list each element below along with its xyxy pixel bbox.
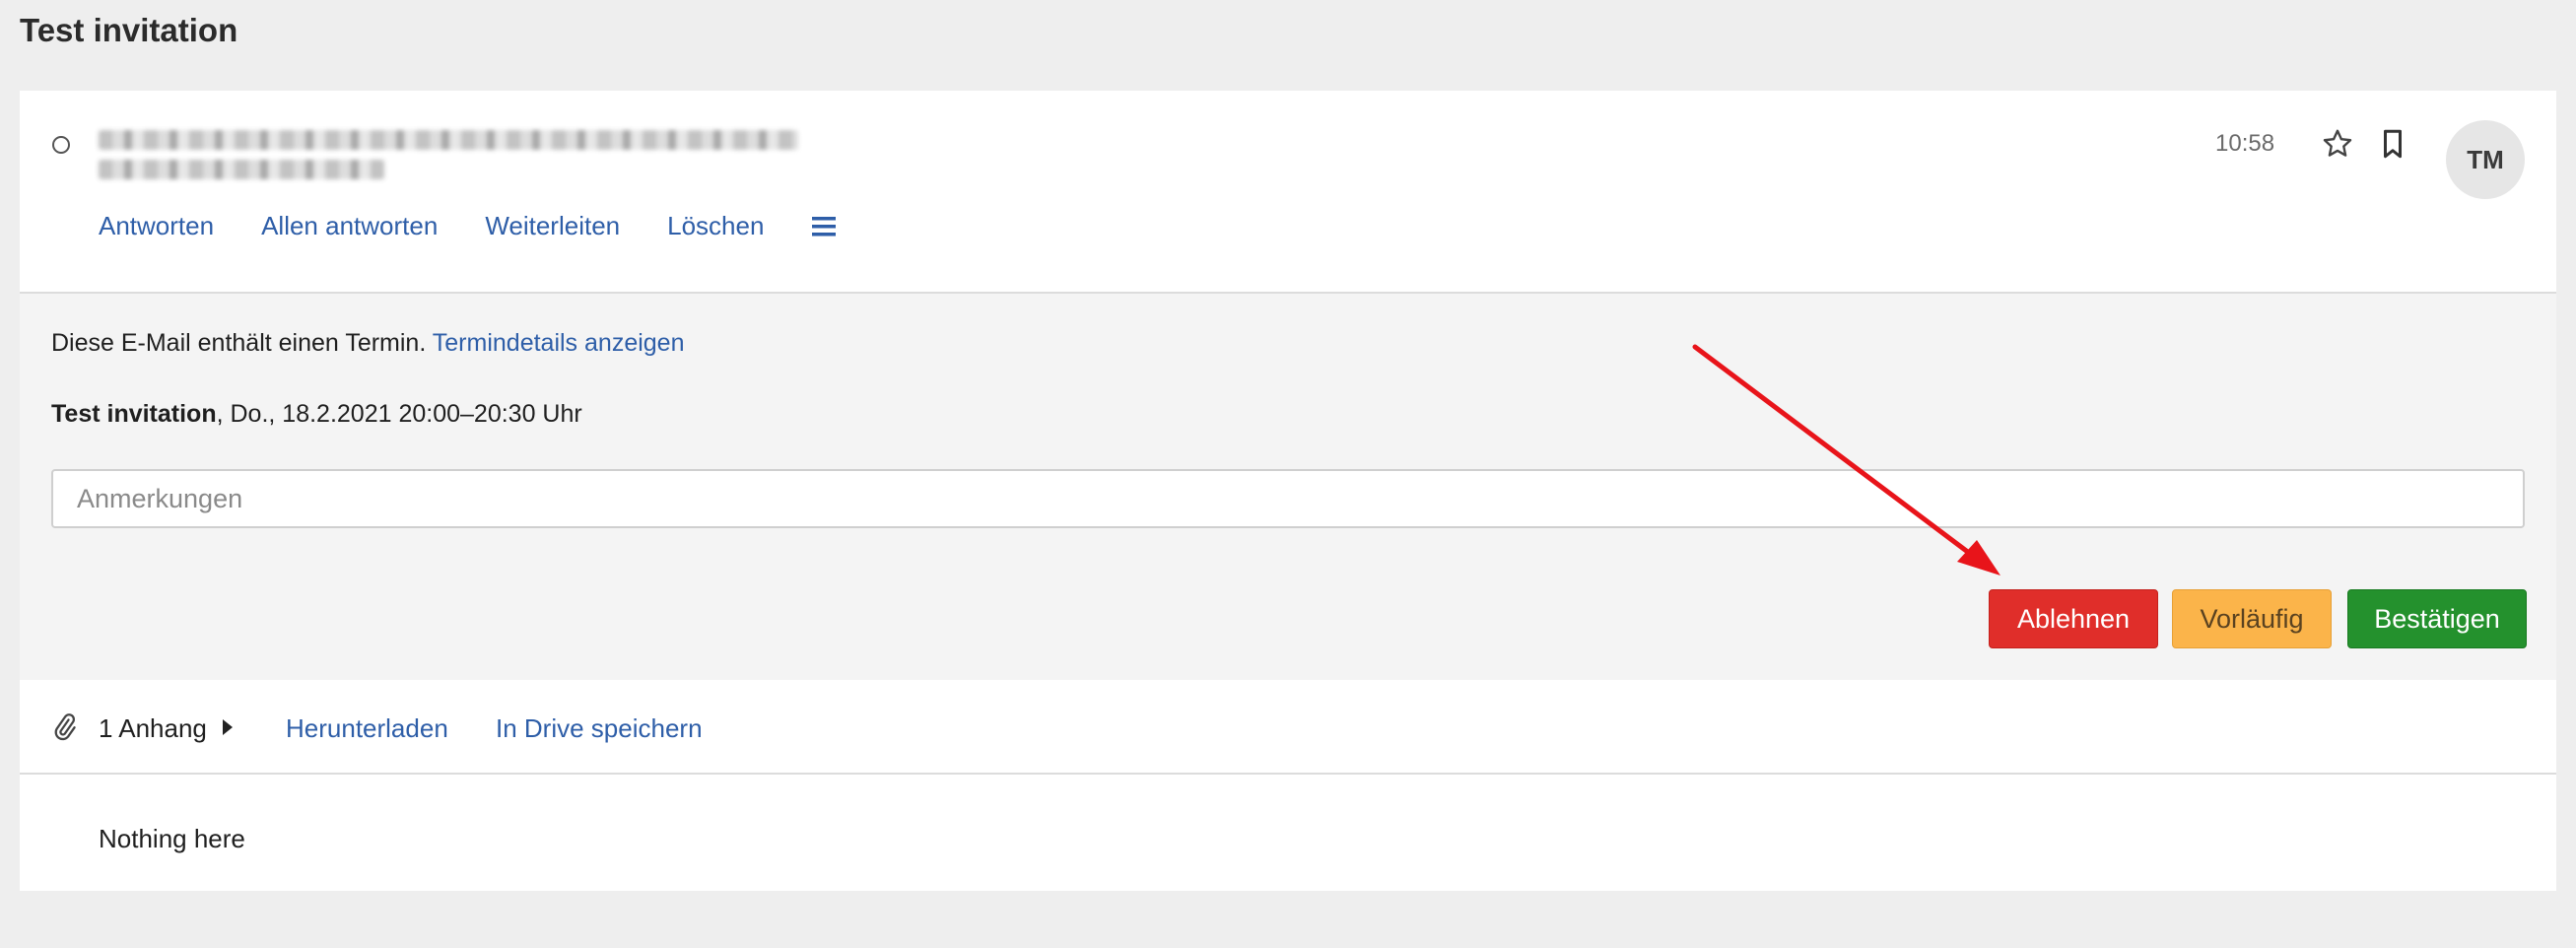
mail-header: 10:58 TM Antworten Allen antworten Weite… [20,91,2556,294]
comment-input[interactable] [51,469,2525,528]
delete-button[interactable]: Löschen [667,211,764,241]
event-summary: Test invitation, Do., 18.2.2021 20:00–20… [51,400,582,429]
hamburger-menu-icon[interactable] [811,214,837,239]
forward-button[interactable]: Weiterleiten [485,211,620,241]
event-title: Test invitation [51,400,217,428]
bookmark-icon[interactable] [2375,126,2410,162]
paperclip-icon [49,711,79,741]
invitation-panel: Diese E-Mail enthält einen Termin. Termi… [20,294,2556,680]
invitation-note-text: Diese E-Mail enthält einen Termin. [51,329,427,357]
attachment-count[interactable]: 1 Anhang [99,713,207,744]
show-event-details-link[interactable]: Termindetails anzeigen [433,329,685,357]
caret-right-icon[interactable] [221,718,235,736]
page-title: Test invitation [20,12,238,48]
decline-button[interactable]: Ablehnen [1989,589,2158,648]
reply-all-button[interactable]: Allen antworten [261,211,438,241]
received-time: 10:58 [2215,130,2275,157]
invitation-note: Diese E-Mail enthält einen Termin. Termi… [51,329,684,358]
reply-button[interactable]: Antworten [99,211,214,241]
star-icon[interactable] [2320,126,2355,162]
mail-body: Nothing here [99,824,245,853]
event-datetime: , Do., 18.2.2021 20:00–20:30 Uhr [216,400,582,428]
avatar[interactable]: TM [2446,120,2525,199]
tentative-button[interactable]: Vorläufig [2172,589,2332,648]
mail-actions: Antworten Allen antworten Weiterleiten L… [99,211,837,241]
unread-indicator-icon[interactable] [52,136,70,154]
mail-card: 10:58 TM Antworten Allen antworten Weite… [20,91,2556,891]
sender-info-redacted [99,128,808,183]
download-attachment-button[interactable]: Herunterladen [286,713,448,744]
attachment-bar: 1 Anhang Herunterladen In Drive speicher… [20,680,2556,775]
save-to-drive-button[interactable]: In Drive speichern [496,713,703,744]
accept-button[interactable]: Bestätigen [2347,589,2527,648]
